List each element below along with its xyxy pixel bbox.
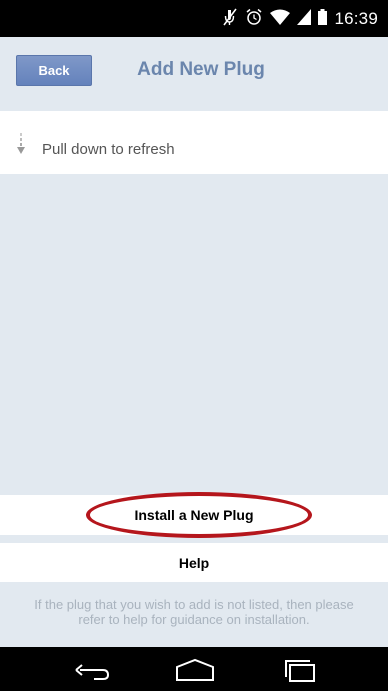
help-note: If the plug that you wish to add is not … xyxy=(34,597,354,627)
install-new-plug-button[interactable]: Install a New Plug xyxy=(0,495,388,535)
page-title: Add New Plug xyxy=(137,59,265,80)
help-button[interactable]: Help xyxy=(0,543,388,582)
home-nav-icon[interactable] xyxy=(173,657,217,688)
system-nav-bar xyxy=(0,647,388,691)
recents-nav-icon[interactable] xyxy=(282,657,318,688)
refresh-label: Pull down to refresh xyxy=(42,141,175,158)
pull-to-refresh[interactable]: Pull down to refresh xyxy=(0,111,388,174)
content-area[interactable]: Pull down to refresh Install a New Plug … xyxy=(0,105,388,647)
nav-header: Back Add New Plug xyxy=(0,37,388,105)
mute-icon xyxy=(222,8,238,31)
back-nav-icon[interactable] xyxy=(72,657,112,688)
battery-icon xyxy=(318,8,328,30)
status-bar: 16:39 xyxy=(0,0,388,37)
status-time: 16:39 xyxy=(334,9,378,28)
signal-icon xyxy=(297,8,312,30)
alarm-icon xyxy=(245,8,263,31)
status-icons: 16:39 xyxy=(222,8,378,30)
wifi-icon xyxy=(270,9,291,30)
down-arrow-icon xyxy=(16,133,26,160)
